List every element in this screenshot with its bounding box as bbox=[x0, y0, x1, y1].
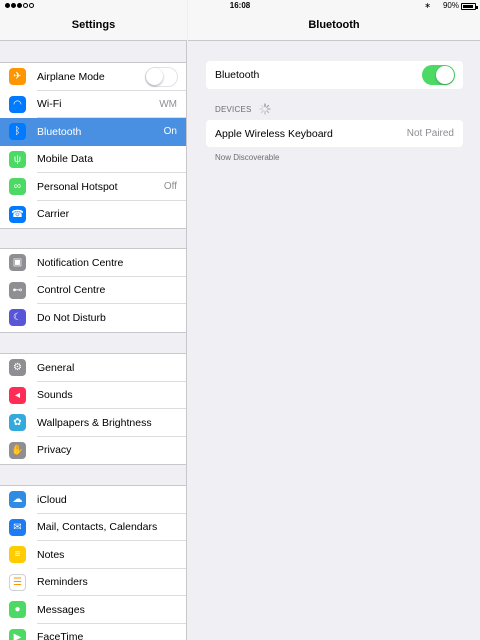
loading-spinner-icon bbox=[259, 103, 271, 115]
sidebar-item-value: On bbox=[163, 126, 177, 138]
sidebar-item-control-centre[interactable]: ⊷ Control Centre bbox=[0, 277, 186, 304]
sidebar-item-label: Privacy bbox=[37, 444, 72, 457]
settings-group-3: ⚙ General ◂ Sounds ✿ Wallpapers & Brightness ✋… bbox=[0, 353, 186, 465]
detail-title: Bluetooth bbox=[308, 19, 360, 31]
status-bar: 16:08 ∗ 90% bbox=[0, 0, 480, 12]
sidebar-item-sounds[interactable]: ◂ Sounds bbox=[0, 382, 186, 409]
sidebar-item-label: Personal Hotspot bbox=[37, 180, 118, 193]
sidebar-item-mail-contacts-calendars[interactable]: ✉ Mail, Contacts, Calendars bbox=[0, 514, 186, 541]
sidebar-item-privacy[interactable]: ✋ Privacy bbox=[0, 437, 186, 465]
battery-percent: 90% bbox=[442, 1, 459, 10]
sidebar-item-label: Messages bbox=[37, 603, 85, 616]
settings-group-4: ☁ iCloud ✉ Mail, Contacts, Calendars ≡ Notes ☰… bbox=[0, 485, 186, 640]
sidebar-item-label: Carrier bbox=[37, 208, 70, 221]
phone-icon: ☎ bbox=[9, 205, 26, 223]
battery-icon bbox=[461, 3, 478, 10]
sidebar-item-carrier[interactable]: ☎ Carrier bbox=[0, 201, 186, 229]
airplane-icon: ✈ bbox=[9, 68, 26, 86]
wifi-icon: ◠ bbox=[9, 95, 26, 113]
sidebar-item-wallpapers-brightness[interactable]: ✿ Wallpapers & Brightness bbox=[0, 409, 186, 437]
sidebar-item-messages[interactable]: ● Messages bbox=[0, 596, 186, 624]
bluetooth-switch[interactable] bbox=[422, 65, 455, 85]
sidebar-item-label: Airplane Mode bbox=[37, 70, 105, 83]
sidebar-item-label: FaceTime bbox=[37, 631, 84, 640]
sidebar-item-notification-centre[interactable]: ▣ Notification Centre bbox=[0, 249, 186, 277]
speaker-icon: ◂ bbox=[9, 386, 26, 404]
sidebar-item-label: Mail, Contacts, Calendars bbox=[37, 521, 158, 534]
sidebar-item-icloud[interactable]: ☁ iCloud bbox=[0, 486, 186, 514]
notification-icon: ▣ bbox=[9, 254, 26, 272]
sidebar-item-label: Notes bbox=[37, 548, 65, 561]
sidebar-item-mobile-data[interactable]: ψ Mobile Data bbox=[0, 146, 186, 173]
sidebar-item-label: Do Not Disturb bbox=[37, 311, 106, 324]
bluetooth-status-icon: ∗ bbox=[424, 1, 431, 10]
sidebar-item-airplane-mode[interactable]: ✈ Airplane Mode bbox=[0, 63, 186, 91]
sidebar-item-label: Wallpapers & Brightness bbox=[37, 416, 152, 429]
bluetooth-toggle-row: Bluetooth bbox=[206, 61, 463, 89]
sidebar-item-label: Bluetooth bbox=[37, 125, 82, 138]
notes-icon: ≡ bbox=[9, 546, 26, 564]
airplane-mode-switch[interactable] bbox=[145, 66, 178, 87]
sidebar-item-general[interactable]: ⚙ General bbox=[0, 354, 186, 382]
switch-knob bbox=[146, 67, 163, 85]
sidebar-item-bluetooth[interactable]: ᛒ Bluetooth On bbox=[0, 118, 186, 146]
sidebar-item-value: Off bbox=[163, 181, 177, 193]
switch-knob bbox=[436, 66, 454, 84]
link-icon: ∞ bbox=[9, 178, 26, 196]
sidebar-item-label: General bbox=[37, 361, 75, 374]
sidebar-item-value: WM bbox=[159, 98, 177, 110]
sidebar-item-facetime[interactable]: ▶ FaceTime bbox=[0, 624, 186, 640]
video-icon: ▶ bbox=[9, 628, 26, 640]
cloud-icon: ☁ bbox=[9, 491, 26, 509]
sidebar-item-label: Notification Centre bbox=[37, 256, 124, 269]
flower-icon: ✿ bbox=[9, 414, 26, 432]
bluetooth-icon: ᛒ bbox=[9, 123, 26, 141]
mail-icon: ✉ bbox=[9, 518, 26, 536]
list-icon: ☰ bbox=[9, 573, 26, 591]
gear-icon: ⚙ bbox=[9, 359, 26, 377]
device-row-apple-keyboard[interactable]: Apple Wireless Keyboard Not Paired bbox=[206, 120, 463, 147]
sidebar-item-notes[interactable]: ≡ Notes bbox=[0, 541, 186, 569]
message-icon: ● bbox=[9, 601, 26, 619]
settings-sidebar: Settings ✈ Airplane Mode ◠ Wi-Fi WM ᛒ Bluetoot… bbox=[0, 0, 187, 640]
device-status: Not Paired bbox=[406, 128, 454, 139]
sidebar-item-label: Reminders bbox=[37, 576, 88, 589]
devices-header: DEVICES bbox=[215, 105, 252, 114]
sidebar-item-label: Sounds bbox=[37, 389, 73, 402]
toggles-icon: ⊷ bbox=[9, 281, 26, 299]
settings-group-1: ✈ Airplane Mode ◠ Wi-Fi WM ᛒ Bluetooth On ψ Mobil… bbox=[0, 62, 186, 229]
bluetooth-toggle-label: Bluetooth bbox=[215, 69, 260, 81]
antenna-icon: ψ bbox=[9, 150, 26, 168]
sidebar-item-wi-fi[interactable]: ◠ Wi-Fi WM bbox=[0, 91, 186, 118]
status-time: 16:08 bbox=[229, 1, 251, 10]
discoverable-note: Now Discoverable bbox=[215, 153, 280, 162]
moon-icon: ☾ bbox=[9, 309, 26, 327]
sidebar-item-label: Mobile Data bbox=[37, 153, 94, 166]
hand-icon: ✋ bbox=[9, 441, 26, 459]
sidebar-item-do-not-disturb[interactable]: ☾ Do Not Disturb bbox=[0, 304, 186, 332]
device-name: Apple Wireless Keyboard bbox=[215, 127, 333, 140]
sidebar-item-label: iCloud bbox=[37, 493, 67, 506]
settings-group-2: ▣ Notification Centre ⊷ Control Centre ☾ Do N… bbox=[0, 248, 186, 333]
sidebar-item-personal-hotspot[interactable]: ∞ Personal Hotspot Off bbox=[0, 173, 186, 201]
sidebar-item-label: Control Centre bbox=[37, 284, 106, 297]
sidebar-item-label: Wi-Fi bbox=[37, 98, 62, 111]
sidebar-title: Settings bbox=[71, 19, 116, 31]
sidebar-item-reminders[interactable]: ☰ Reminders bbox=[0, 569, 186, 596]
